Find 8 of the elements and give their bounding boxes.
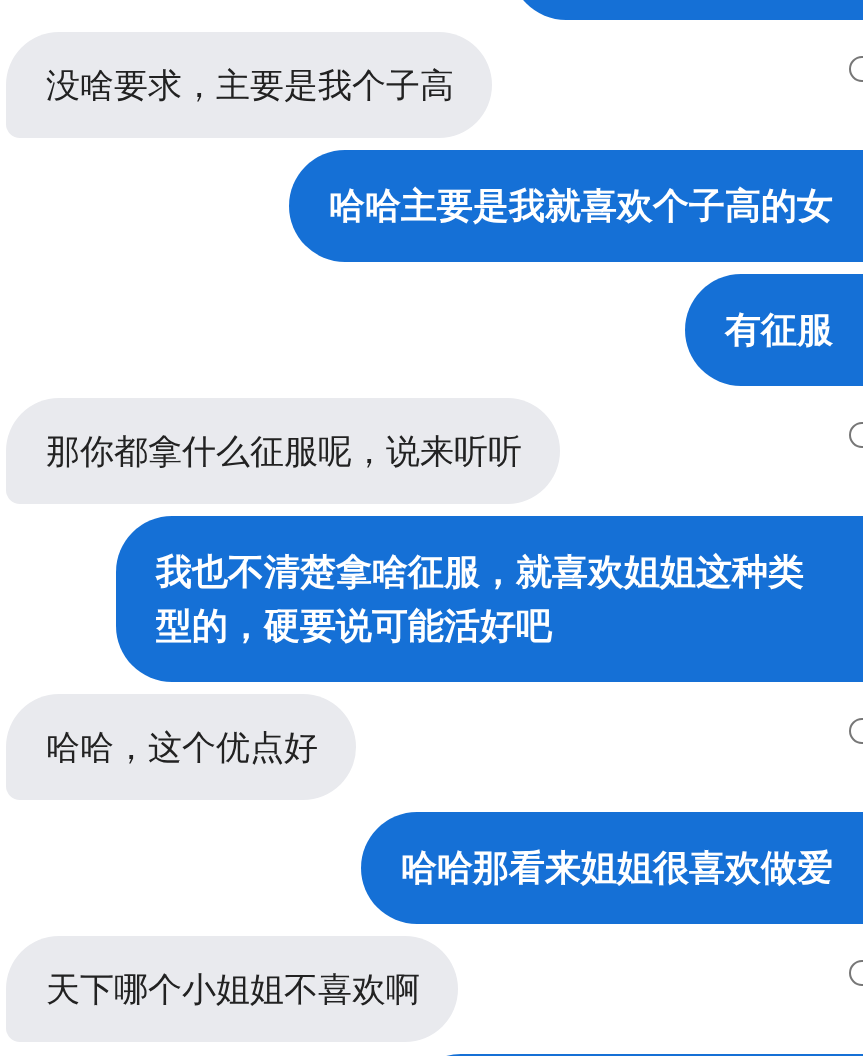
message-bubble: 没啥要求，主要是我个子高 [6,32,492,138]
message-bubble: 有征服 [685,274,863,386]
message-bubble: 哈哈主要是我就喜欢个子高的女 [289,150,863,262]
message-bubble: 哈哈那看来姐姐很喜欢做爱 [361,812,863,924]
message-bubble: 哈哈，这个优点好 [6,694,356,800]
message-bubble: 那你都拿什么征服呢，说来听听 [6,398,560,504]
message-bubble: 我也不清楚拿啥征服，就喜欢姐姐这种类型的，硬要说可能活好吧 [116,516,863,682]
message-bubble: 天下哪个小姐姐不喜欢啊 [6,936,458,1042]
